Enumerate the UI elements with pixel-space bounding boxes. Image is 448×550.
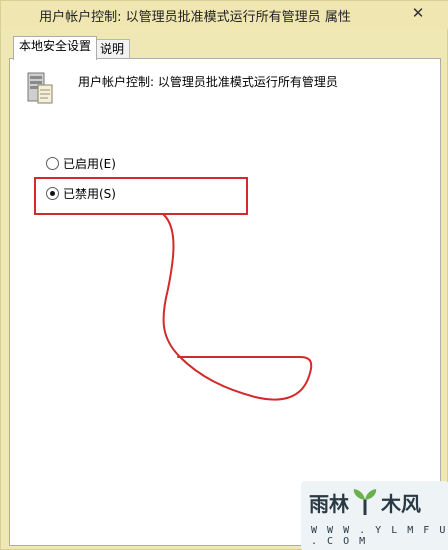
- watermark-url: W W W . Y L M F U . C O M: [311, 525, 448, 547]
- enabled-radio[interactable]: [46, 157, 59, 170]
- properties-dialog: 用户帐户控制: 以管理员批准模式运行所有管理员 属性 ✕ 本地安全设置 说明 用…: [0, 0, 448, 550]
- watermark-right-text: 木风: [381, 491, 421, 516]
- enabled-label: 已启用(E): [63, 157, 116, 171]
- policy-name: 用户帐户控制: 以管理员批准模式运行所有管理员: [78, 75, 338, 89]
- tab-local-security-setting[interactable]: 本地安全设置: [13, 36, 98, 60]
- tab-explain[interactable]: 说明: [94, 39, 131, 60]
- site-watermark: 雨林 木风 W W W . Y L M F U . C O M: [301, 481, 448, 550]
- title-bar: 用户帐户控制: 以管理员批准模式运行所有管理员 属性 ✕: [1, 1, 448, 29]
- server-policy-icon: [27, 72, 53, 104]
- leaf-logo-icon: [353, 489, 377, 515]
- tab-strip: 本地安全设置 说明: [9, 35, 441, 60]
- tab-panel: 用户帐户控制: 以管理员批准模式运行所有管理员 已启用(E) 已禁用(S): [9, 58, 441, 546]
- red-highlight-box: [34, 177, 248, 215]
- watermark-left-text: 雨林: [309, 491, 349, 516]
- red-scribble-annotation: [162, 214, 313, 401]
- close-button[interactable]: ✕: [393, 2, 443, 24]
- window-title: 用户帐户控制: 以管理员批准模式运行所有管理员 属性: [39, 10, 351, 25]
- enabled-radio-option[interactable]: 已启用(E): [46, 155, 116, 172]
- close-icon: ✕: [411, 4, 425, 22]
